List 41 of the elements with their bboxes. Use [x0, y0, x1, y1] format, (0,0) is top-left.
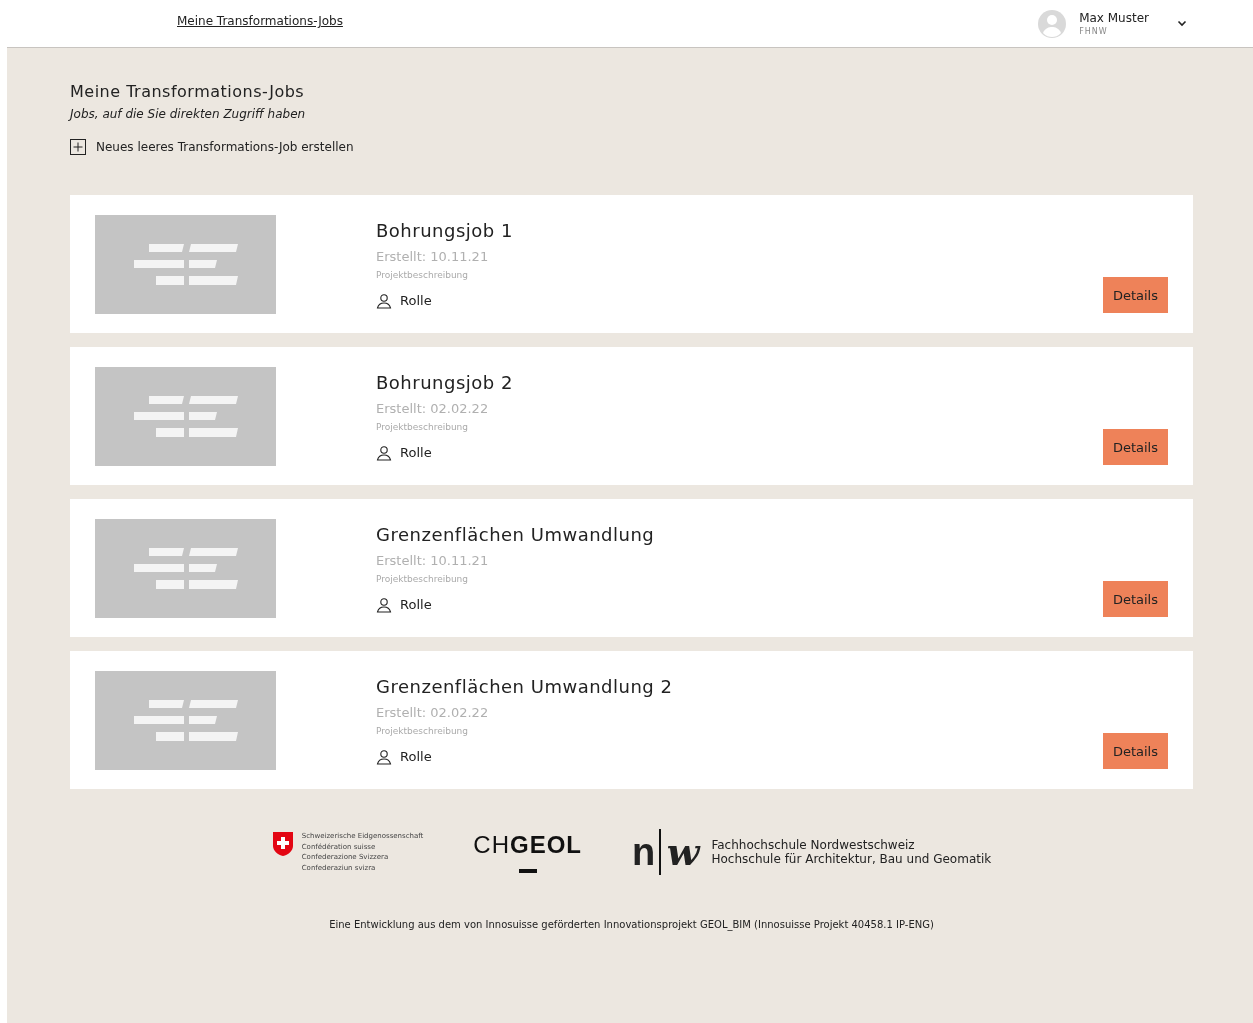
job-role: Rolle — [400, 597, 432, 612]
job-role: Rolle — [400, 293, 432, 308]
nav-link[interactable]: Meine Transformations-Jobs — [177, 14, 343, 28]
details-button[interactable]: Details — [1102, 733, 1168, 769]
fhnw-logo-text: Hochschule für Architektur, Bau und Geomatik — [711, 852, 992, 866]
user-icon — [376, 292, 392, 309]
job-title: Bohrungsjob 1 — [376, 219, 513, 241]
job-title: Grenzenflächen Umwandlung — [376, 523, 655, 545]
swiss-cross-icon — [271, 831, 294, 857]
logo-dash — [518, 869, 537, 873]
job-created-date: Erstellt: 10.11.21 — [376, 552, 490, 568]
plus-box-icon — [70, 139, 86, 155]
job-title: Bohrungsjob 2 — [376, 371, 513, 393]
footer-note: Eine Entwicklung aus dem von Innosuisse geförderten Innovationsprojekt GEOL_BIM (Innosuisse Projekt 40458.1 IP-ENG) — [328, 919, 935, 930]
user-name: Max Muster — [1079, 11, 1149, 25]
job-title: Grenzenflächen Umwandlung 2 — [376, 675, 673, 697]
job-description: Projektbeschreibung — [376, 573, 470, 584]
user-icon — [376, 444, 392, 461]
user-organization: FHNW — [1079, 27, 1109, 36]
page-title: Meine Transformations-Jobs — [70, 82, 306, 101]
details-button[interactable]: Details — [1102, 277, 1168, 313]
logo-divider — [659, 829, 661, 875]
page-subtitle: Jobs, auf die Sie direkten Zugriff haben — [70, 107, 307, 121]
job-description: Projektbeschreibung — [376, 269, 470, 280]
create-job-link[interactable]: Neues leeres Transformations-Job erstellen — [70, 139, 1193, 155]
chevron-down-icon[interactable] — [1177, 20, 1187, 27]
fhnw-logo-letter: n — [632, 833, 656, 871]
fhnw-logo-text: Fachhochschule Nordwestschweiz — [711, 838, 916, 852]
job-role: Rolle — [400, 749, 432, 764]
user-icon — [376, 748, 392, 765]
job-created-date: Erstellt: 02.02.22 — [376, 704, 490, 720]
details-button[interactable]: Details — [1102, 429, 1168, 465]
job-description: Projektbeschreibung — [376, 725, 470, 736]
chgeol-logo: CHGEOL — [473, 831, 583, 859]
job-role: Rolle — [400, 445, 432, 460]
job-created-date: Erstellt: 02.02.22 — [376, 400, 490, 416]
user-icon — [376, 596, 392, 613]
fhnw-logo-letter: w — [666, 833, 700, 871]
job-created-date: Erstellt: 10.11.21 — [376, 248, 490, 264]
job-description: Projektbeschreibung — [376, 421, 470, 432]
details-button[interactable]: Details — [1102, 581, 1168, 617]
